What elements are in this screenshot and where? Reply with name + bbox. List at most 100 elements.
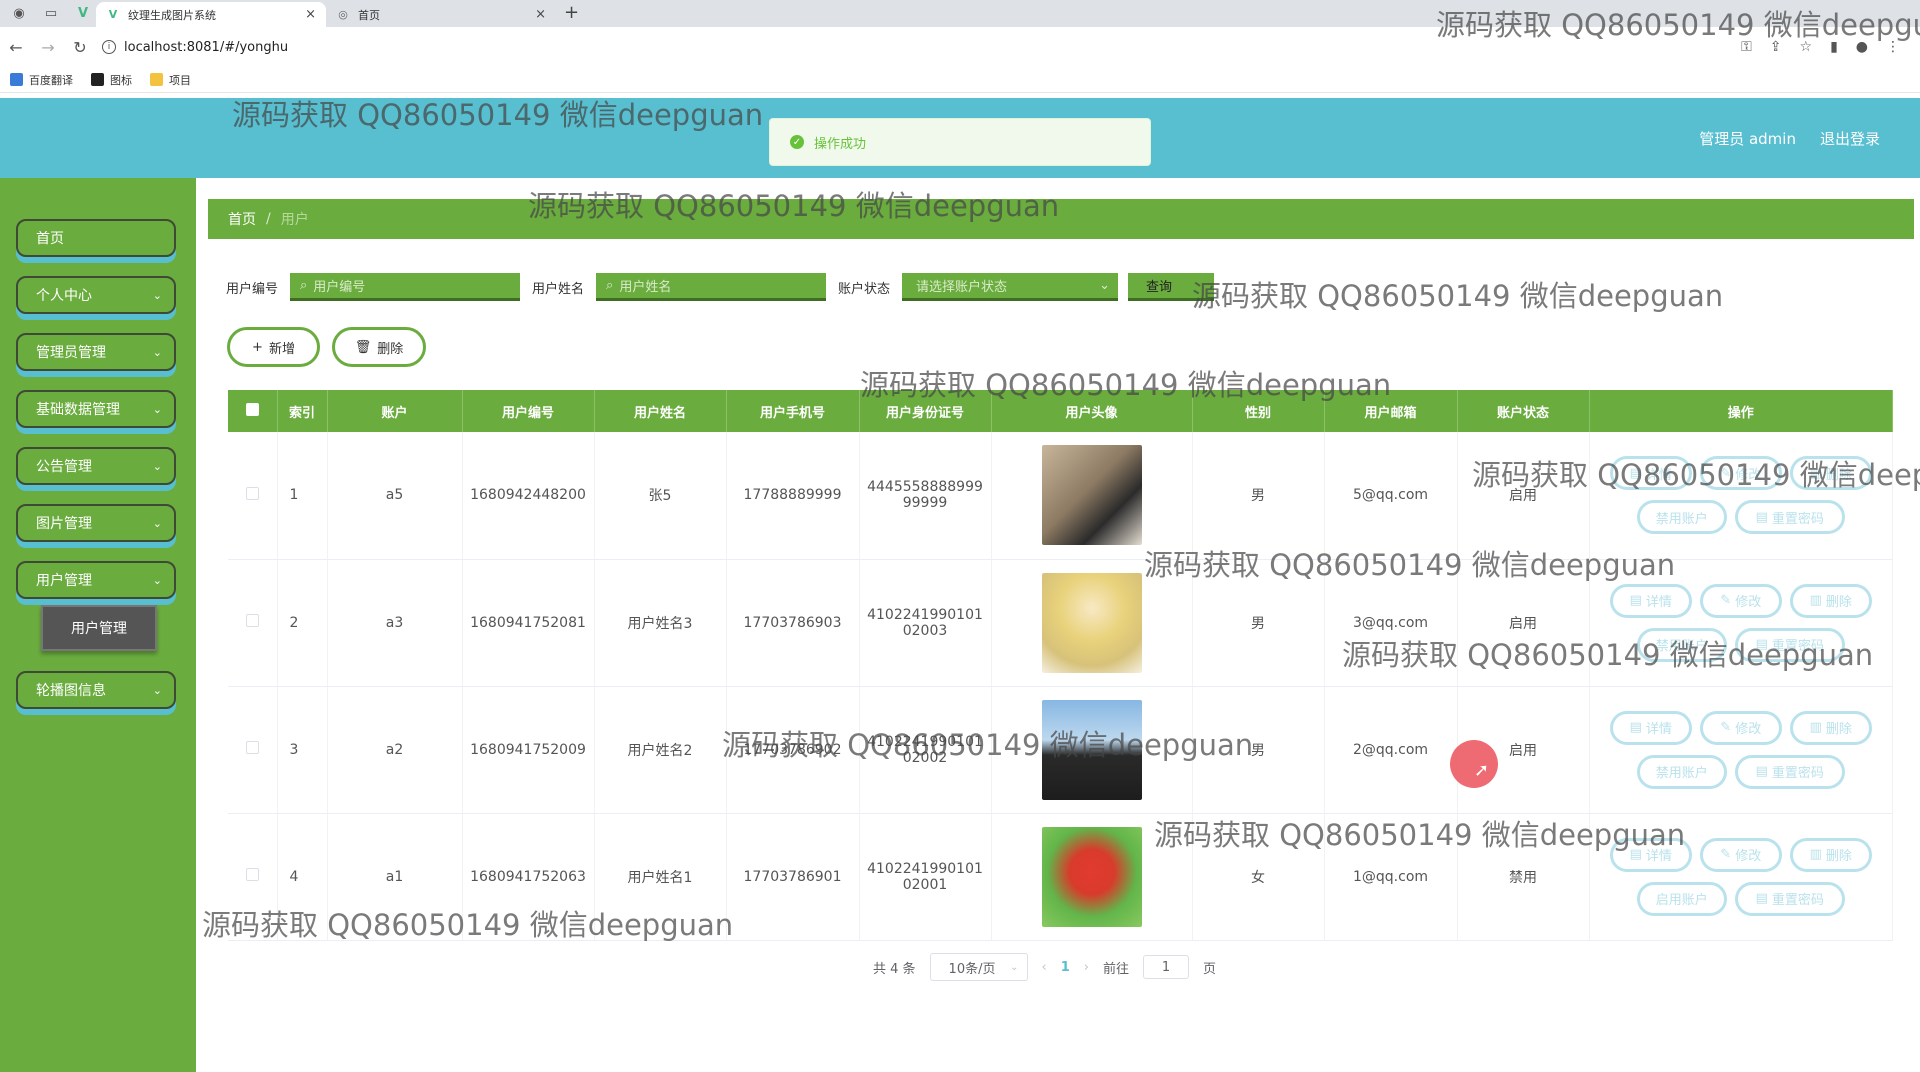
- chevron-down-icon: ⌄: [152, 288, 162, 302]
- reset-password-button[interactable]: ▤ 重置密码: [1734, 881, 1845, 916]
- sidepanel-icon[interactable]: ▮: [1830, 39, 1838, 55]
- avatar[interactable]: [1041, 826, 1142, 927]
- account-status-select[interactable]: 请选择账户状态 ⌄: [902, 273, 1119, 301]
- new-tab-icon[interactable]: +: [564, 2, 579, 23]
- idcard-line: 99999: [902, 495, 948, 512]
- profile-icon[interactable]: ●: [1856, 39, 1868, 55]
- chevron-down-icon: ⌄: [152, 516, 162, 530]
- info-icon[interactable]: i: [102, 40, 116, 54]
- user-name-label: 用户姓名: [532, 281, 585, 297]
- avatar[interactable]: [1041, 572, 1142, 673]
- delete-button[interactable]: 🗑 删除: [332, 327, 426, 367]
- row-avatar-cell: [991, 813, 1193, 941]
- logout-link[interactable]: 退出登录: [1820, 128, 1880, 149]
- row-email: 1@qq.com: [1324, 813, 1458, 941]
- add-button[interactable]: + 新增: [227, 327, 320, 367]
- page-size-select[interactable]: 10条/页 ⌄: [929, 953, 1028, 981]
- url-field[interactable]: i localhost:8081/#/yonghu: [102, 40, 288, 55]
- sidebar-item-admin[interactable]: 管理员管理 ⌄: [16, 333, 176, 371]
- prev-page-icon[interactable]: ‹: [1042, 960, 1047, 975]
- submenu-user-management[interactable]: 用户管理: [41, 605, 157, 651]
- detail-button[interactable]: ▤ 详情: [1609, 583, 1692, 618]
- row-delete-button[interactable]: ▥ 删除: [1789, 583, 1872, 618]
- star-icon[interactable]: ☆: [1800, 39, 1813, 55]
- row-checkbox[interactable]: [245, 486, 259, 500]
- reset-password-button[interactable]: ▤ 重置密码: [1734, 500, 1845, 535]
- back-icon[interactable]: ←: [0, 38, 32, 57]
- edit-label: 修改: [1735, 722, 1762, 737]
- cursor-icon: ➚: [1474, 760, 1490, 781]
- idcard-line: 4102241990101: [867, 606, 983, 623]
- row-checkbox[interactable]: [245, 741, 259, 754]
- browser-tab-active[interactable]: V 纹理生成图片系统 ×: [96, 2, 326, 27]
- vue-icon[interactable]: V: [72, 2, 94, 24]
- row-delete-button[interactable]: ▥ 删除: [1789, 710, 1872, 745]
- reset-password-button[interactable]: ▤ 重置密码: [1734, 754, 1845, 789]
- user-name-input[interactable]: ⌕ 用户姓名: [596, 273, 827, 301]
- browser-tabbar: ◉ ▭ V V 纹理生成图片系统 × ◎ 首页 × +: [0, 0, 1920, 27]
- share-icon[interactable]: ⇪: [1770, 39, 1782, 55]
- browser-tab[interactable]: ◎ 首页 ×: [326, 2, 556, 27]
- detail-label: 详情: [1645, 467, 1672, 483]
- forward-icon[interactable]: →: [32, 38, 64, 57]
- goto-page-input[interactable]: 1: [1143, 955, 1190, 979]
- next-page-icon[interactable]: ›: [1084, 960, 1089, 975]
- row-gender: 男: [1192, 559, 1325, 687]
- edit-button[interactable]: ✎ 修改: [1699, 710, 1782, 745]
- select-all-checkbox[interactable]: [245, 402, 259, 416]
- edit-button[interactable]: ✎ 修改: [1699, 456, 1782, 491]
- page-number[interactable]: 1: [1061, 960, 1070, 975]
- delete-button-label: 删除: [377, 341, 404, 357]
- avatar[interactable]: [1041, 699, 1142, 800]
- close-icon[interactable]: ×: [535, 7, 546, 22]
- sidebar-item-carousel[interactable]: 轮播图信息 ⌄: [16, 671, 176, 709]
- row-phone: 17703786902: [726, 686, 860, 814]
- bookmark-item[interactable]: 百度翻译: [10, 72, 73, 88]
- toggle-account-button[interactable]: 启用账户: [1636, 881, 1727, 916]
- reload-icon[interactable]: ↻: [64, 38, 96, 57]
- row-delete-button[interactable]: ▥ 删除: [1789, 837, 1872, 872]
- breadcrumb: 首页 / 用户: [208, 199, 1914, 239]
- url-text: localhost:8081/#/yonghu: [124, 39, 289, 55]
- more-icon[interactable]: ⋮: [1886, 39, 1900, 55]
- edit-button[interactable]: ✎ 修改: [1699, 583, 1782, 618]
- row-checkbox[interactable]: [245, 614, 259, 627]
- detail-button[interactable]: ▤ 详情: [1609, 456, 1692, 491]
- check-circle-icon: ✓: [790, 135, 804, 149]
- breadcrumb-home[interactable]: 首页: [228, 209, 256, 229]
- bookmark-item[interactable]: 项目: [150, 72, 191, 88]
- bookmark-icon: [91, 73, 104, 86]
- delete-label: 删除: [1825, 849, 1852, 864]
- sidebar-item-profile[interactable]: 个人中心 ⌄: [16, 276, 176, 314]
- toggle-account-button[interactable]: 禁用账户: [1636, 627, 1727, 662]
- browser-menu-icon[interactable]: ◉: [8, 2, 30, 24]
- idcard-line: 4102241990101: [867, 733, 983, 750]
- row-idcard: 4445558888999 99999: [859, 432, 992, 560]
- sidebar-item-users[interactable]: 用户管理 ⌄: [16, 561, 176, 599]
- sidebar-item-notice[interactable]: 公告管理 ⌄: [16, 447, 176, 485]
- row-delete-button[interactable]: ▥ 删除: [1789, 456, 1872, 491]
- avatar[interactable]: [1041, 445, 1142, 546]
- key-icon[interactable]: ⚿: [1741, 39, 1752, 55]
- success-toast: ✓ 操作成功: [769, 118, 1151, 166]
- row-checkbox[interactable]: [245, 868, 259, 881]
- detail-button[interactable]: ▤ 详情: [1609, 710, 1692, 745]
- close-icon[interactable]: ×: [305, 7, 316, 22]
- tab-title: 纹理生成图片系统: [128, 8, 216, 22]
- reset-label: 重置密码: [1771, 893, 1824, 908]
- sidebar-item-home[interactable]: 首页: [16, 219, 176, 257]
- sidebar-item-images[interactable]: 图片管理 ⌄: [16, 504, 176, 542]
- toggle-account-button[interactable]: 禁用账户: [1636, 500, 1727, 535]
- row-index: 2: [277, 559, 328, 687]
- edit-button[interactable]: ✎ 修改: [1699, 837, 1782, 872]
- sidebar-item-basedata[interactable]: 基础数据管理 ⌄: [16, 390, 176, 428]
- reset-password-button[interactable]: ▤ 重置密码: [1734, 627, 1845, 662]
- query-button[interactable]: 查询: [1128, 273, 1215, 301]
- bookmark-item[interactable]: 图标: [91, 72, 132, 88]
- table-row: 4 a1 1680941752063 用户姓名1 17703786901 410…: [228, 813, 1893, 941]
- toggle-account-button[interactable]: 禁用账户: [1636, 754, 1727, 789]
- detail-button[interactable]: ▤ 详情: [1609, 837, 1692, 872]
- pinned-tab-icon[interactable]: ▭: [40, 2, 62, 24]
- user-code-input[interactable]: ⌕ 用户编号: [290, 273, 521, 301]
- page-size-value: 10条/页: [948, 961, 996, 977]
